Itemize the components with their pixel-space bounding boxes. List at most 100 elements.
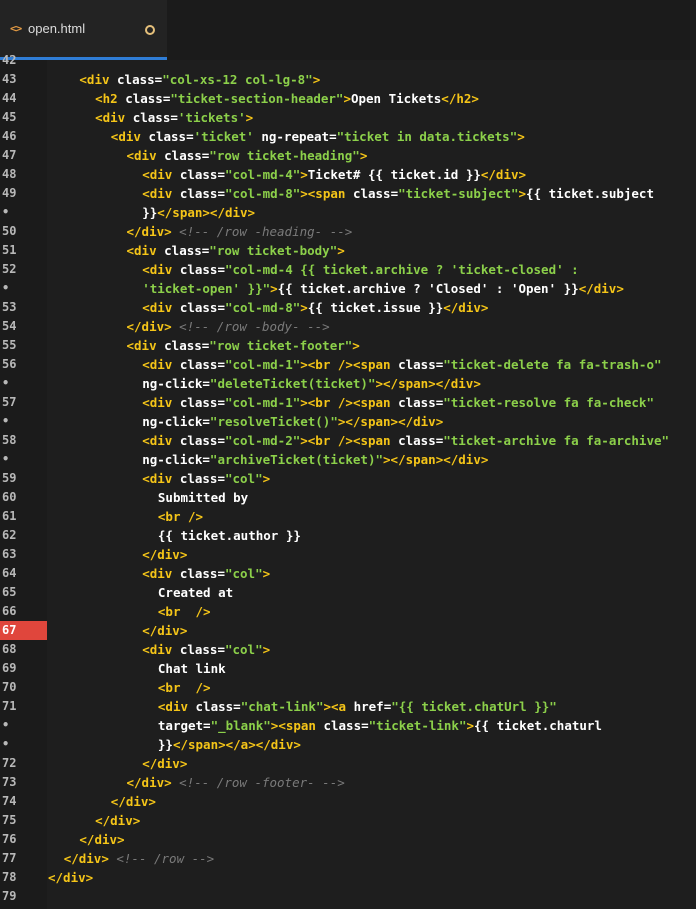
code-token: <span <box>307 186 353 201</box>
code-token: <div <box>142 262 180 277</box>
code-line[interactable]: • target="_blank" > <span class="ticket-lin… <box>0 716 696 735</box>
code-token: }} <box>157 737 173 752</box>
code-token: </div> <box>480 167 527 182</box>
code-text: }}</span></div> <box>142 203 255 222</box>
code-line[interactable]: 52 <div class="col-md-4 {{ ticket.archive… <box>0 260 696 279</box>
code-line[interactable]: 69 Chat link <box>0 659 696 678</box>
code-token: </div> <box>95 813 141 828</box>
unsaved-dot-icon[interactable] <box>145 25 155 35</box>
code-line[interactable]: 73 </div> <!-- /row -footer- --> <box>0 773 696 792</box>
code-line[interactable]: 66 <br /> <box>0 602 696 621</box>
code-token: class= <box>179 357 225 372</box>
code-token: <div <box>95 110 133 125</box>
code-line[interactable]: 64 <div class="col"> <box>0 564 696 583</box>
code-line[interactable]: •}}</span></a></div> <box>0 735 696 754</box>
code-token: "ticket-link" <box>368 718 467 733</box>
code-line[interactable]: 78 </div> <box>0 868 696 887</box>
code-line[interactable]: • 'ticket-open' }}">{{ ticket.archive ? '… <box>0 279 696 298</box>
code-line[interactable]: 75 </div> <box>0 811 696 830</box>
code-text: </div> <!-- /row -body- --> <box>127 317 330 336</box>
line-number: 52 <box>2 262 17 276</box>
code-token: </div> <box>142 623 188 638</box>
code-token: </span></div> <box>157 205 256 220</box>
code-token: {{ ticket.author }} <box>157 528 301 543</box>
line-number: 42 <box>2 53 17 67</box>
code-text: </div> <box>142 545 187 564</box>
code-line[interactable]: 56 <div class="col-md-1"><br /><span clas… <box>0 355 696 374</box>
wrap-indicator: • <box>2 376 10 390</box>
line-number: 60 <box>2 490 17 504</box>
code-line[interactable]: 45 <div class='tickets'> <box>0 108 696 127</box>
code-token: {{ ticket.chaturl <box>474 718 602 733</box>
line-number: 56 <box>2 357 17 371</box>
code-line[interactable]: 65 Created at <box>0 583 696 602</box>
code-token: <div <box>142 642 180 657</box>
code-line[interactable]: 46 <div class='ticket' ng-repeat="ticket … <box>0 127 696 146</box>
code-text: <div class="col-md-1"><br /><span class=… <box>142 393 654 412</box>
code-line[interactable]: 44 <h2 class="ticket-section-header">Open… <box>0 89 696 108</box>
code-line[interactable]: 72 </div> <box>0 754 696 773</box>
code-editor[interactable]: 42 43 <div class="col-xs-12 col-lg-8"> 44 <h… <box>0 53 696 909</box>
code-text: </div> <!-- /row -footer- --> <box>127 773 345 792</box>
code-line[interactable]: 55 <div class="row ticket-footer"> <box>0 336 696 355</box>
code-line[interactable]: 71 <div class="chat-link"><a href="{{ tic… <box>0 697 696 716</box>
code-token: > <box>300 433 308 448</box>
code-token: > <box>517 129 525 144</box>
line-number: 47 <box>2 148 17 162</box>
code-line[interactable]: 47 <div class="row ticket-heading"> <box>0 146 696 165</box>
line-number: 49 <box>2 186 17 200</box>
code-line[interactable]: 60 Submitted by <box>0 488 696 507</box>
code-line[interactable]: • ng-click="deleteTicket(ticket)"></span>… <box>0 374 696 393</box>
code-token: <div <box>126 338 165 353</box>
code-token: 'ticket' <box>193 129 254 144</box>
code-line[interactable]: • ng-click="archiveTicket(ticket)"></span… <box>0 450 696 469</box>
code-token: <!-- /row --> <box>108 851 215 866</box>
code-token: {{ ticket.issue }} <box>307 300 444 315</box>
code-token: <br /> <box>307 357 353 372</box>
code-token: <div <box>126 148 165 163</box>
code-line[interactable]: 54 </div> <!-- /row -body- --> <box>0 317 696 336</box>
code-text: <div class="col"> <box>142 640 270 659</box>
code-line[interactable]: 42 <box>0 51 696 70</box>
code-token: "col-md-8" <box>224 300 301 315</box>
code-token: <div <box>142 167 180 182</box>
code-line[interactable]: 77 </div> <!-- /row --> <box>0 849 696 868</box>
code-text: </div> <box>142 621 187 640</box>
code-token: </span></a></div> <box>172 737 301 752</box>
code-line[interactable]: 68 <div class="col"> <box>0 640 696 659</box>
code-line[interactable]: 53 <div class="col-md-8">{{ ticket.issue … <box>0 298 696 317</box>
code-line[interactable]: 61 <br /> <box>0 507 696 526</box>
code-line[interactable]: 49 <div class="col-md-8"><span class="tic… <box>0 184 696 203</box>
code-line[interactable]: 74 </div> <box>0 792 696 811</box>
code-token: class= <box>164 243 210 258</box>
code-line[interactable]: 48 <div class="col-md-4">Ticket# {{ ticke… <box>0 165 696 184</box>
code-line[interactable]: 79 <box>0 887 696 906</box>
line-number: 77 <box>2 851 17 865</box>
code-line[interactable]: 62 {{ ticket.author }} <box>0 526 696 545</box>
code-line[interactable]: 59 <div class="col"> <box>0 469 696 488</box>
code-token: {{ ticket.subject <box>526 186 654 201</box>
code-token: "col-md-4" <box>224 167 301 182</box>
code-line[interactable]: 51 <div class="row ticket-body"> <box>0 241 696 260</box>
line-number: 58 <box>2 433 17 447</box>
line-number: 76 <box>2 832 17 846</box>
code-token: <span <box>352 433 399 448</box>
line-number: 63 <box>2 547 17 561</box>
code-token: "col-md-8" <box>224 186 301 201</box>
code-token: </div> <box>110 794 156 809</box>
code-line[interactable]: 57 <div class="col-md-1"><br /><span clas… <box>0 393 696 412</box>
code-line[interactable]: 58 <div class="col-md-2"><br /><span clas… <box>0 431 696 450</box>
code-text: 'ticket-open' }}">{{ ticket.archive ? 'C… <box>142 279 624 298</box>
code-line[interactable]: 67 </div> <box>0 621 696 640</box>
code-line[interactable]: •}}</span></div> <box>0 203 696 222</box>
code-token: class= <box>398 433 444 448</box>
line-number: 73 <box>2 775 17 789</box>
code-line[interactable]: 50 </div> <!-- /row -heading- --> <box>0 222 696 241</box>
code-line[interactable]: 63 </div> <box>0 545 696 564</box>
wrap-indicator: • <box>2 452 10 466</box>
code-line[interactable]: 43 <div class="col-xs-12 col-lg-8"> <box>0 70 696 89</box>
code-line[interactable]: • ng-click="resolveTicket()"></span></div… <box>0 412 696 431</box>
code-line[interactable]: 76 </div> <box>0 830 696 849</box>
code-line[interactable]: 70 <br /> <box>0 678 696 697</box>
code-token: > <box>245 110 254 125</box>
